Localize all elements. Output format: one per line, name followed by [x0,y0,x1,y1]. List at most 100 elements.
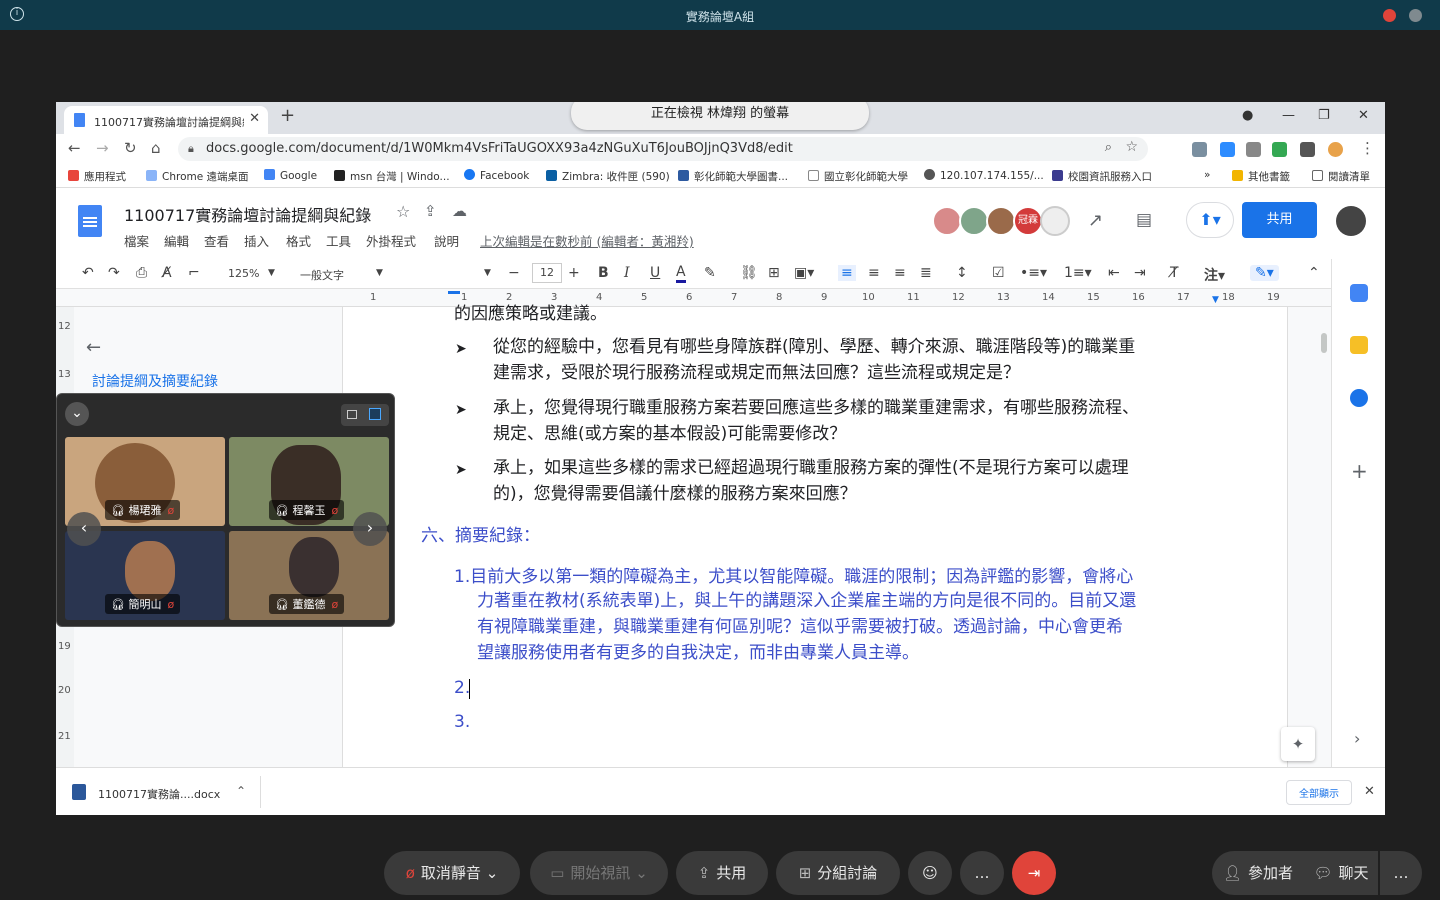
outline-back-icon[interactable]: ← [86,337,101,358]
start-video-button[interactable]: ▭ 開始視訊 ⌄ [530,851,668,895]
zoom-extension-icon[interactable] [1220,142,1235,157]
add-addon-icon[interactable]: + [1351,459,1368,483]
profile-icon[interactable] [1328,142,1343,157]
reload-icon[interactable]: ↻ [124,139,137,157]
chevron-down-icon[interactable]: ▼ [268,268,275,278]
bookmark-item[interactable]: msn 台灣 | Windo... [334,169,450,184]
align-left-icon[interactable]: ≡ [838,265,856,281]
increase-indent-icon[interactable]: ⇥ [1134,265,1146,281]
extension-icon[interactable] [1192,142,1207,157]
image-icon[interactable]: ▣▾ [794,265,814,281]
bold-icon[interactable]: B [598,265,609,281]
keep-icon[interactable] [1350,336,1368,354]
more-options-icon[interactable]: … [1380,851,1422,895]
outline-heading[interactable]: 討論提綱及摘要紀錄 [92,371,218,391]
spellcheck-icon[interactable]: A̸ [162,265,172,281]
expand-panel-icon[interactable]: › [1354,729,1360,748]
move-icon[interactable]: ⇪ [424,202,437,220]
chat-button[interactable]: 💬︎ 聊天 [1304,851,1378,895]
menu-format[interactable]: 格式 [286,231,311,250]
menu-insert[interactable]: 插入 [244,231,269,250]
menu-tools[interactable]: 工具 [326,231,351,250]
show-all-button[interactable]: 全部顯示 [1286,780,1352,805]
leave-meeting-icon[interactable]: ⇥ [1012,851,1056,895]
menu-view[interactable]: 查看 [204,231,229,250]
line-spacing-icon[interactable]: ↕ [956,265,968,281]
star-icon[interactable]: ☆ [396,202,410,221]
menu-edit[interactable]: 編輯 [164,231,189,250]
home-icon[interactable]: ⌂ [151,139,161,157]
prev-page-icon[interactable]: ‹ [67,512,101,546]
document-page[interactable]: 的因應策略或建議。 ➤ 從您的經驗中，您看見有哪些身障族群(障別、學歷、轉介來源… [342,304,1288,767]
document-title[interactable]: 1100717實務論壇討論提綱與紀錄 [124,202,371,226]
tab-docs[interactable]: 1100717實務論壇討論提綱與紀錄 ✕ [64,106,268,134]
reading-list[interactable]: 閱讀清單 [1312,169,1370,184]
highlight-icon[interactable]: ✎ [704,265,716,281]
justify-icon[interactable]: ≣ [920,265,932,281]
zoom-icon[interactable]: ⌕ [1105,140,1112,155]
unmute-button[interactable]: ø 取消靜音 ⌄ [384,851,520,895]
last-edit-link[interactable]: 上次編輯是在數秒前 (編輯者：黃湘羚) [480,231,694,250]
scrollbar-thumb[interactable] [1321,333,1327,353]
bookmark-item[interactable]: 國立彰化師範大學 [808,169,908,184]
link-icon[interactable]: ⛓ [740,265,758,281]
download-file-name[interactable]: 1100717實務論....docx [98,786,220,802]
profile-dropdown-icon[interactable]: ● [1242,108,1253,123]
bookmark-item[interactable]: 應用程式 [68,169,126,184]
activity-icon[interactable]: ↗ [1088,210,1103,231]
share-button[interactable]: 共用 [1242,202,1317,238]
reactions-icon[interactable]: ☺ [908,851,952,895]
bulleted-list-icon[interactable]: •≡▾ [1020,265,1047,281]
new-tab-button[interactable]: + [280,105,295,126]
tasks-icon[interactable] [1350,389,1368,407]
star-icon[interactable]: ☆ [1125,139,1138,155]
avatar-badge[interactable]: 冠霖 [1013,206,1043,236]
calendar-icon[interactable] [1350,284,1368,302]
bookmarks-overflow[interactable]: » [1204,169,1210,181]
footnote-icon[interactable]: 注▾ [1204,265,1225,285]
docs-logo-icon[interactable] [78,205,102,237]
next-page-icon[interactable]: › [353,512,387,546]
tab-close-icon[interactable]: ✕ [249,111,260,126]
menu-help[interactable]: 說明 [434,231,459,250]
bookmark-item[interactable]: Chrome 遠端桌面 [146,169,249,184]
maximize-icon[interactable]: ❐ [1318,108,1330,123]
print-icon[interactable]: ⎙ [136,265,147,281]
bookmark-item[interactable]: Google [264,169,317,182]
clear-format-icon[interactable]: T̸ [1170,265,1179,281]
back-icon[interactable]: ← [68,139,81,157]
url-field[interactable]: 🔒︎ docs.google.com/document/d/1W0Mkm4VsF… [178,137,1148,161]
collapse-icon[interactable]: ⌄ [65,402,89,426]
comments-icon[interactable]: ▤ [1136,210,1152,230]
window-close-icon[interactable]: ✕ [1358,108,1369,123]
style-select[interactable]: 一般文字 [300,267,344,283]
font-chevron-icon[interactable]: ▼ [484,268,491,278]
bookmark-item[interactable]: 120.107.174.155/... [924,169,1044,182]
more-button[interactable]: … [960,851,1004,895]
bookmark-item[interactable]: Zimbra: 收件匣 (590) [546,169,670,184]
share-screen-button[interactable]: ⇪ 共用 [676,851,768,895]
more-viewers-icon[interactable] [1040,206,1070,236]
comment-icon[interactable]: ⊞ [768,265,780,281]
single-view-icon[interactable] [347,410,357,419]
avatar[interactable] [932,206,962,236]
redo-icon[interactable]: ↷ [108,265,120,281]
chevron-down-icon[interactable]: ▼ [376,268,383,278]
breakout-button[interactable]: ⊞ 分組討論 [776,851,900,895]
text-color-icon[interactable]: A [676,265,686,283]
minimize-icon[interactable]: — [1282,108,1295,123]
chevron-up-icon[interactable]: ⌃ [236,784,246,798]
menu-addons[interactable]: 外掛程式 [366,231,416,250]
italic-icon[interactable]: I [624,265,630,281]
collapse-toolbar-icon[interactable]: ⌃ [1308,265,1320,281]
participants-button[interactable]: 👤︎ 參加者 [1212,851,1304,895]
right-indent-marker[interactable]: ▼ [1212,295,1219,305]
paint-format-icon[interactable]: ⌐ [188,265,200,281]
font-size-field[interactable]: 12 [532,263,562,283]
gallery-view-icon[interactable] [369,408,381,420]
bookmark-folder[interactable]: 其他書籤 [1232,169,1290,184]
bookmark-item[interactable]: 校園資訊服務入口 [1052,169,1152,184]
zoom-select[interactable]: 125% [228,267,259,280]
decrease-font-icon[interactable]: − [508,265,520,281]
video-panel[interactable]: ⌄ 🎧︎ 楊珺雅 ø 🎧︎ 程馨玉 ø 🎧︎ 簡明山 ø 🎧︎ 董鑑德 ø ‹ › [56,393,395,627]
